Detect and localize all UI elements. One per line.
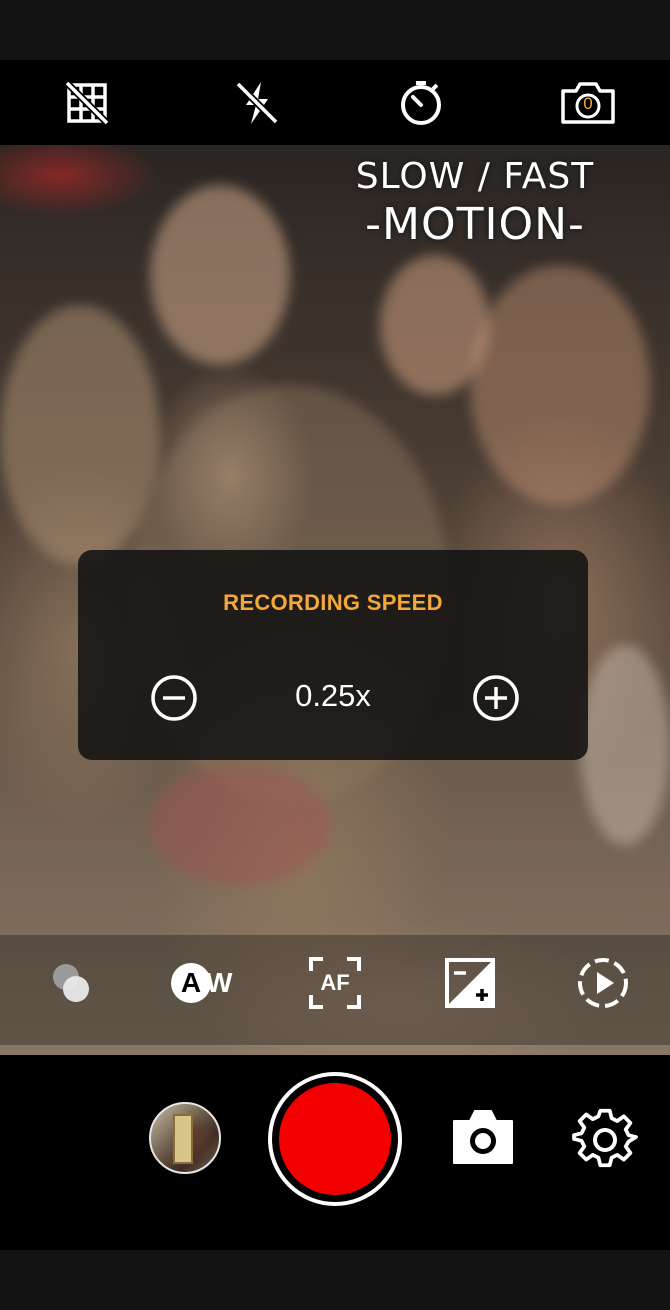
color-effects-icon[interactable] [44,955,100,1011]
record-button[interactable] [279,1083,391,1195]
gallery-thumbnail[interactable] [149,1102,221,1174]
promo-title-line2: -MOTION- [365,199,585,250]
grid-off-icon[interactable] [62,78,112,128]
camera-timer-icon[interactable]: 0 [560,78,616,128]
increase-speed-button[interactable] [471,673,521,723]
thumbnail-image [173,1114,193,1164]
decrease-speed-button[interactable] [149,673,199,723]
camera-timer-badge: 0 [583,94,593,113]
minus-circle-icon [151,675,197,721]
plus-circle-icon [473,675,519,721]
navigation-bar [0,1250,670,1310]
recording-speed-label: RECORDING SPEED [223,590,443,615]
settings-gear-icon[interactable] [572,1107,638,1173]
promo-title-line1: SLOW / FAST [355,156,595,197]
recording-speed-value: 0.25x [295,678,371,713]
timer-icon[interactable] [396,78,446,128]
auto-white-balance-icon[interactable]: A W [168,955,234,1011]
awb-letter-w: W [206,967,233,998]
photo-camera-icon[interactable] [450,1105,516,1171]
playback-speed-icon[interactable] [575,955,631,1011]
autofocus-icon[interactable]: AF [307,955,363,1011]
status-bar [0,0,670,60]
awb-letter-a: A [180,967,202,998]
flash-off-icon[interactable] [232,78,282,128]
recording-speed-panel: RECORDING SPEED 0.25x [78,550,588,760]
autofocus-label: AF [320,970,350,995]
promo-title: SLOW / FAST -MOTION- [330,155,620,251]
exposure-icon[interactable] [442,955,498,1011]
